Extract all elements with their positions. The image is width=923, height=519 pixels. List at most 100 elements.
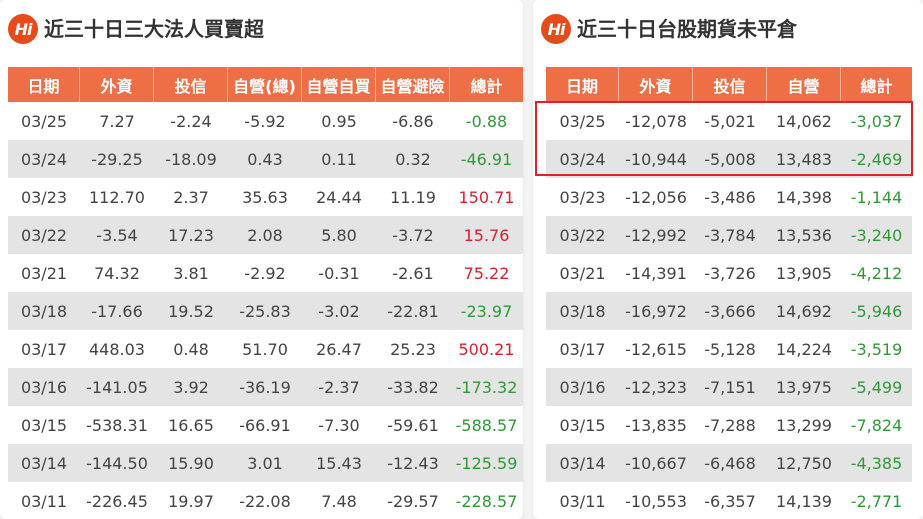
column-header: 自營自買	[302, 67, 376, 102]
value-cell: 13,975	[767, 368, 841, 406]
value-cell: -173.32	[450, 368, 523, 406]
value-cell: 112.70	[80, 178, 154, 216]
value-cell: 14,062	[767, 102, 841, 140]
column-header: 總計	[450, 67, 523, 102]
value-cell: -3.02	[302, 292, 376, 330]
value-cell: 7.27	[80, 102, 154, 140]
value-cell: -29.57	[376, 482, 450, 519]
date-cell: 03/16	[546, 368, 619, 406]
value-cell: 15.43	[302, 444, 376, 482]
table-row: 03/23 -12,056 -3,486 14,398 -1,144	[546, 178, 912, 216]
value-cell: 3.01	[228, 444, 302, 482]
value-cell: -3,240	[841, 216, 912, 254]
date-cell: 03/18	[8, 292, 80, 330]
value-cell: 0.43	[228, 140, 302, 178]
value-cell: -228.57	[450, 482, 523, 519]
value-cell: -588.57	[450, 406, 523, 444]
value-cell: -22.08	[228, 482, 302, 519]
value-cell: -18.09	[154, 140, 228, 178]
value-cell: 13,299	[767, 406, 841, 444]
value-cell: -3,037	[841, 102, 912, 140]
hi-logo-icon: Hi	[8, 14, 38, 44]
value-cell: -3,519	[841, 330, 912, 368]
value-cell: -12,992	[619, 216, 693, 254]
value-cell: -144.50	[80, 444, 154, 482]
value-cell: -59.61	[376, 406, 450, 444]
value-cell: -5.92	[228, 102, 302, 140]
value-cell: -46.91	[450, 140, 523, 178]
panel-header: Hi 近三十日台股期貨未平倉	[533, 0, 923, 60]
table-header-row: 日期 外資 投信 自營(總) 自營自買 自營避險 總計	[8, 67, 523, 102]
value-cell: 3.81	[154, 254, 228, 292]
table-row: 03/16 -12,323 -7,151 13,975 -5,499	[546, 368, 912, 406]
value-cell: -0.88	[450, 102, 523, 140]
value-cell: 14,139	[767, 482, 841, 519]
date-cell: 03/23	[546, 178, 619, 216]
column-header: 自營避險	[376, 67, 450, 102]
value-cell: -3,784	[693, 216, 767, 254]
table-row: 03/22 -12,992 -3,784 13,536 -3,240	[546, 216, 912, 254]
column-header: 日期	[8, 67, 80, 102]
value-cell: -125.59	[450, 444, 523, 482]
value-cell: 0.48	[154, 330, 228, 368]
column-header: 總計	[841, 67, 912, 102]
date-cell: 03/15	[546, 406, 619, 444]
table-row: 03/11 -226.45 19.97 -22.08 7.48 -29.57 -228.57	[8, 482, 523, 519]
value-cell: 13,483	[767, 140, 841, 178]
table-row: 03/15 -538.31 16.65 -66.91 -7.30 -59.61 -588.5…	[8, 406, 523, 444]
value-cell: 500.21	[450, 330, 523, 368]
value-cell: 11.19	[376, 178, 450, 216]
date-cell: 03/24	[8, 140, 80, 178]
value-cell: -141.05	[80, 368, 154, 406]
value-cell: 5.80	[302, 216, 376, 254]
value-cell: 17.23	[154, 216, 228, 254]
date-cell: 03/22	[8, 216, 80, 254]
value-cell: -12.43	[376, 444, 450, 482]
value-cell: -12,615	[619, 330, 693, 368]
value-cell: -6,468	[693, 444, 767, 482]
date-cell: 03/14	[8, 444, 80, 482]
value-cell: -2.61	[376, 254, 450, 292]
value-cell: 75.22	[450, 254, 523, 292]
value-cell: 12,750	[767, 444, 841, 482]
date-cell: 03/15	[8, 406, 80, 444]
value-cell: -2.92	[228, 254, 302, 292]
value-cell: -5,946	[841, 292, 912, 330]
column-header: 自營	[767, 67, 841, 102]
value-cell: -2.37	[302, 368, 376, 406]
table-row: 03/18 -17.66 19.52 -25.83 -3.02 -22.81 -23.97	[8, 292, 523, 330]
table-row: 03/14 -10,667 -6,468 12,750 -4,385	[546, 444, 912, 482]
value-cell: 15.90	[154, 444, 228, 482]
value-cell: 26.47	[302, 330, 376, 368]
date-cell: 03/23	[8, 178, 80, 216]
table-row: 03/15 -13,835 -7,288 13,299 -7,824	[546, 406, 912, 444]
value-cell: -12,078	[619, 102, 693, 140]
table-row: 03/14 -144.50 15.90 3.01 15.43 -12.43 -125.59	[8, 444, 523, 482]
value-cell: 35.63	[228, 178, 302, 216]
value-cell: 14,398	[767, 178, 841, 216]
hi-logo-icon: Hi	[541, 14, 571, 44]
value-cell: 0.95	[302, 102, 376, 140]
table-row: 03/18 -16,972 -3,666 14,692 -5,946	[546, 292, 912, 330]
value-cell: 13,905	[767, 254, 841, 292]
value-cell: -14,391	[619, 254, 693, 292]
institutional-investors-panel: Hi 近三十日三大法人買賣超 日期 外資 投信 自營(總) 自營自買 自營避險 總計 03/…	[0, 0, 523, 519]
date-cell: 03/11	[8, 482, 80, 519]
value-cell: -36.19	[228, 368, 302, 406]
value-cell: 2.37	[154, 178, 228, 216]
value-cell: -226.45	[80, 482, 154, 519]
value-cell: -4,212	[841, 254, 912, 292]
value-cell: 19.52	[154, 292, 228, 330]
value-cell: -29.25	[80, 140, 154, 178]
table-row: 03/21 -14,391 -3,726 13,905 -4,212	[546, 254, 912, 292]
value-cell: -538.31	[80, 406, 154, 444]
value-cell: 0.32	[376, 140, 450, 178]
table-row: 03/24 -29.25 -18.09 0.43 0.11 0.32 -46.91	[8, 140, 523, 178]
panel-title: 近三十日台股期貨未平倉	[577, 17, 797, 41]
value-cell: -6.86	[376, 102, 450, 140]
futures-open-interest-panel: Hi 近三十日台股期貨未平倉 日期 外資 投信 自營 總計 03/25 -12,078 -5…	[533, 0, 923, 519]
panel-title: 近三十日三大法人買賣超	[44, 17, 264, 41]
value-cell: -1,144	[841, 178, 912, 216]
value-cell: 7.48	[302, 482, 376, 519]
date-cell: 03/18	[546, 292, 619, 330]
